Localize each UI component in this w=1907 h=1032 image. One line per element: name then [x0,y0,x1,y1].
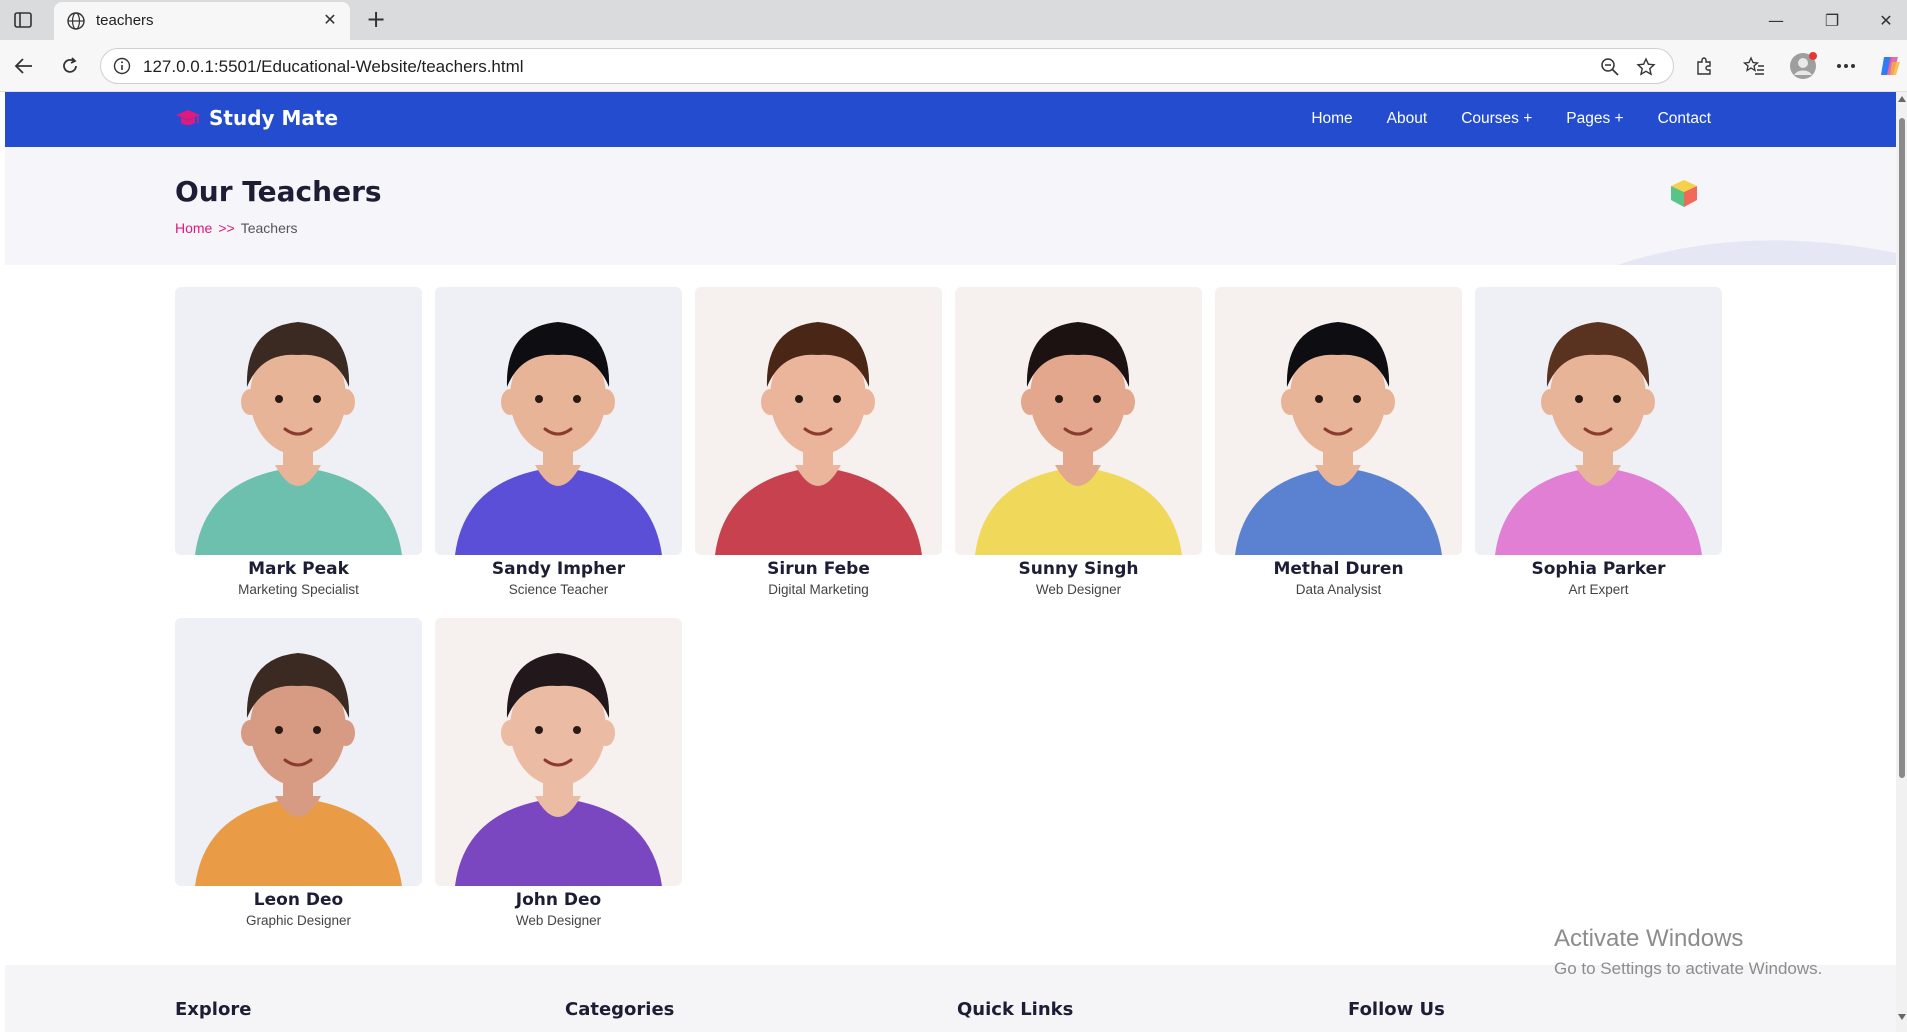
teacher-name: Sirun Febe [767,559,870,579]
nav-pages[interactable]: Pages + [1566,110,1623,128]
teacher-avatar-image [695,287,942,555]
breadcrumb-current: Teachers [240,220,298,236]
back-icon[interactable] [12,54,36,78]
sidebar-toggle-icon[interactable] [12,9,34,31]
teacher-card[interactable]: Sunny Singh Web Designer [955,287,1202,617]
teacher-role: Marketing Specialist [238,582,359,597]
teacher-card[interactable]: Methal Duren Data Analysist [1215,287,1462,617]
browser-tab-bar: teachers ✕ + — ❐ ✕ [0,0,1907,40]
favorites-list-icon[interactable] [1742,54,1766,78]
page-title: Our Teachers [175,175,382,208]
breadcrumb: Home >> Teachers [175,220,298,236]
teacher-name: Sandy Impher [491,559,626,579]
teacher-role: Web Designer [1035,582,1122,597]
teacher-name: Sophia Parker [1531,559,1666,579]
teacher-card[interactable]: Sophia Parker Art Expert [1475,287,1722,617]
teacher-avatar-image [955,287,1202,555]
nav-about[interactable]: About [1387,110,1428,128]
site-info-icon[interactable] [113,57,131,75]
teacher-role: Web Designer [515,913,602,928]
copilot-icon[interactable] [1878,54,1902,78]
teacher-role: Graphic Designer [245,913,352,928]
teacher-role: Science Teacher [508,582,609,597]
teacher-role: Data Analysist [1295,582,1382,597]
minimize-icon[interactable]: — [1756,6,1796,34]
tab-title: teachers [96,12,154,29]
brand-name: Study Mate [209,106,339,130]
teacher-card[interactable]: Leon Deo Graphic Designer [175,618,422,948]
graduation-cap-icon [176,110,200,125]
teacher-avatar-image [435,287,682,555]
decorative-wave [1617,240,1896,265]
scroll-down-icon[interactable] [1898,1014,1906,1020]
restore-icon[interactable]: ❐ [1812,6,1852,34]
teacher-name: John Deo [515,890,602,910]
nav-contact[interactable]: Contact [1658,110,1711,128]
footer-heading-quick-links: Quick Links [957,999,1074,1020]
teacher-card[interactable]: Sandy Impher Science Teacher [435,287,682,617]
teacher-name: Leon Deo [253,890,344,910]
reload-icon[interactable] [58,54,82,78]
url-field[interactable]: 127.0.0.1:5501/Educational-Website/teach… [100,48,1674,84]
close-tab-icon[interactable]: ✕ [320,10,340,30]
footer-heading-explore: Explore [175,999,252,1020]
footer-heading-categories: Categories [565,999,675,1020]
nav-courses[interactable]: Courses + [1461,110,1532,128]
nav-home[interactable]: Home [1311,110,1352,128]
teacher-card[interactable]: John Deo Web Designer [435,618,682,948]
teacher-card[interactable]: Sirun Febe Digital Marketing [695,287,942,617]
teacher-avatar-image [175,618,422,886]
teacher-name: Mark Peak [248,559,349,579]
teacher-avatar-image [175,287,422,555]
site-navbar: Study Mate Home About Courses + Pages + … [5,92,1896,147]
footer-heading-follow-us: Follow Us [1348,999,1445,1020]
favorite-star-icon[interactable] [1635,56,1657,78]
more-menu-icon[interactable] [1834,54,1858,78]
brand-logo[interactable]: Study Mate [175,106,338,130]
page-scrollbar[interactable] [1896,92,1907,1032]
teacher-name: Sunny Singh [1018,559,1139,579]
watermark-line-1: Activate Windows [1554,925,1744,952]
page-header: Our Teachers Home >> Teachers [5,147,1896,265]
scroll-up-icon[interactable] [1898,96,1906,102]
globe-icon [66,11,86,31]
address-bar-row: 127.0.0.1:5501/Educational-Website/teach… [0,40,1907,92]
window-close-icon[interactable]: ✕ [1866,6,1906,34]
webpage: Study Mate Home About Courses + Pages + … [5,92,1896,1032]
zoom-out-icon[interactable] [1599,56,1621,78]
decorative-cube [1671,180,1697,207]
teacher-role: Art Expert [1568,582,1629,597]
teacher-avatar-image [1215,287,1462,555]
teacher-name: Methal Duren [1273,559,1404,579]
breadcrumb-separator: >> [218,220,235,236]
browser-tab[interactable]: teachers ✕ [54,2,350,40]
windows-activation-watermark: Activate Windows Go to Settings to activ… [1554,925,1822,979]
main-menu: Home About Courses + Pages + Contact [1311,110,1711,128]
extensions-icon[interactable] [1692,54,1716,78]
breadcrumb-home[interactable]: Home [175,220,212,236]
teacher-avatar-image [1475,287,1722,555]
url-text: 127.0.0.1:5501/Educational-Website/teach… [143,57,524,76]
watermark-line-2: Go to Settings to activate Windows. [1554,959,1823,978]
teacher-card[interactable]: Mark Peak Marketing Specialist [175,287,422,617]
scrollbar-thumb[interactable] [1899,118,1905,778]
teacher-avatar-image [435,618,682,886]
profile-avatar-icon[interactable] [1788,51,1818,81]
teacher-role: Digital Marketing [768,582,869,597]
new-tab-icon[interactable]: + [364,7,388,32]
